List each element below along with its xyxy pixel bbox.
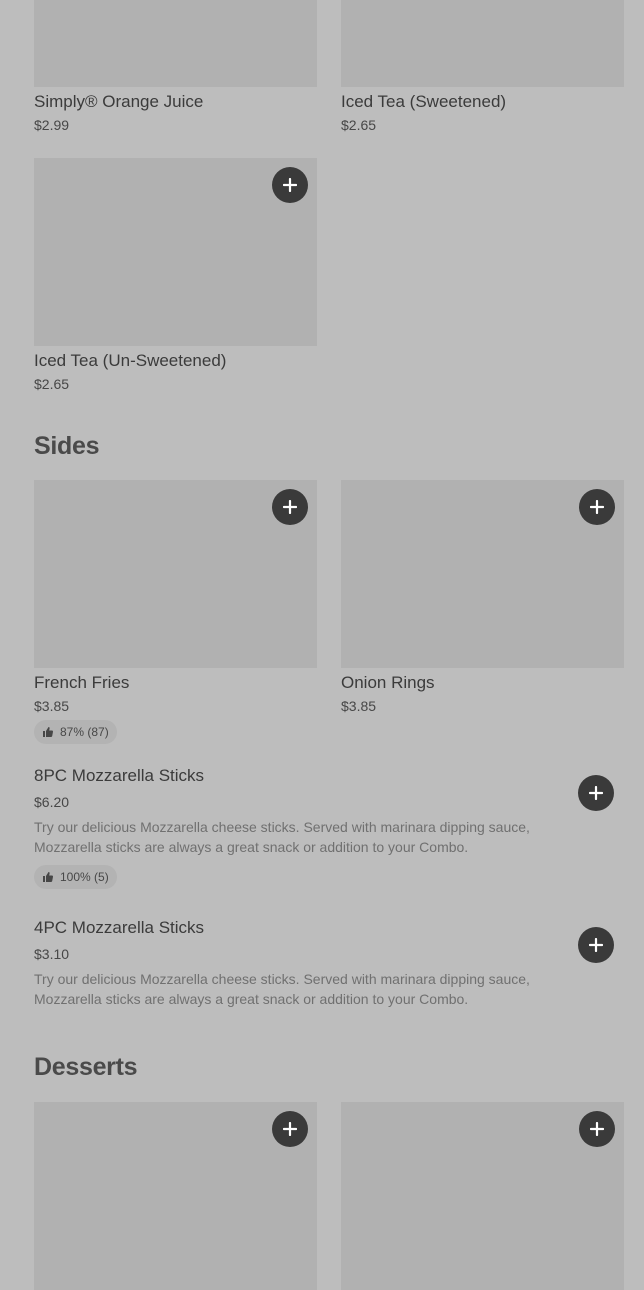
menu-item-card[interactable]: Simply® Orange Juice $2.99: [34, 0, 317, 135]
plus-icon: [590, 1122, 604, 1136]
rating-badge: 87% (87): [34, 720, 117, 744]
item-image: [34, 1102, 317, 1290]
menu-list-item[interactable]: 4PC Mozzarella Sticks $3.10 Try our deli…: [34, 917, 614, 1009]
item-image: [34, 158, 317, 346]
menu-list-item[interactable]: 8PC Mozzarella Sticks $6.20 Try our deli…: [34, 765, 614, 889]
menu-item-card[interactable]: [34, 1102, 317, 1290]
plus-icon: [283, 178, 297, 192]
item-price: $2.99: [34, 117, 70, 133]
item-price: $6.20: [34, 794, 70, 810]
item-price: $2.65: [341, 117, 377, 133]
add-to-cart-button[interactable]: [579, 489, 615, 525]
item-price: $3.10: [34, 946, 70, 962]
item-price: $3.85: [341, 698, 377, 714]
add-to-cart-button[interactable]: [579, 1111, 615, 1147]
item-name: French Fries: [34, 673, 130, 692]
plus-icon: [590, 500, 604, 514]
plus-icon: [589, 938, 603, 952]
add-to-cart-button[interactable]: [272, 167, 308, 203]
item-name: Iced Tea (Un-Sweetened): [34, 351, 227, 370]
item-name: Simply® Orange Juice: [34, 92, 204, 111]
item-image: [34, 480, 317, 668]
rating-text: 100% (5): [60, 870, 109, 884]
menu-item-card[interactable]: Onion Rings $3.85: [341, 480, 624, 716]
item-image: [341, 1102, 624, 1290]
item-price: $3.85: [34, 698, 70, 714]
rating-badge: 100% (5): [34, 865, 117, 889]
item-price: $2.65: [34, 376, 70, 392]
item-name: 4PC Mozzarella Sticks: [34, 918, 205, 937]
item-description: Try our delicious Mozzarella cheese stic…: [34, 971, 530, 1007]
plus-icon: [283, 500, 297, 514]
menu-item-card[interactable]: Iced Tea (Un-Sweetened) $2.65: [34, 158, 317, 394]
item-name: 8PC Mozzarella Sticks: [34, 766, 205, 785]
menu-item-card[interactable]: Iced Tea (Sweetened) $2.65: [341, 0, 624, 135]
section-title-sides: Sides: [34, 432, 100, 460]
plus-icon: [589, 786, 603, 800]
add-to-cart-button[interactable]: [272, 489, 308, 525]
menu-item-card[interactable]: French Fries $3.85 87% (87): [34, 480, 317, 744]
thumbs-up-icon: [43, 872, 54, 882]
rating-text: 87% (87): [60, 725, 109, 739]
menu-item-card[interactable]: [341, 1102, 624, 1290]
item-image: [341, 0, 624, 87]
thumbs-up-icon: [43, 727, 54, 737]
item-description: Try our delicious Mozzarella cheese stic…: [34, 819, 530, 855]
item-image: [34, 0, 317, 87]
plus-icon: [283, 1122, 297, 1136]
section-title-desserts: Desserts: [34, 1053, 138, 1081]
add-to-cart-button[interactable]: [578, 775, 614, 811]
add-to-cart-button[interactable]: [272, 1111, 308, 1147]
add-to-cart-button[interactable]: [578, 927, 614, 963]
item-image: [341, 480, 624, 668]
item-name: Iced Tea (Sweetened): [341, 92, 507, 111]
item-name: Onion Rings: [341, 673, 435, 692]
